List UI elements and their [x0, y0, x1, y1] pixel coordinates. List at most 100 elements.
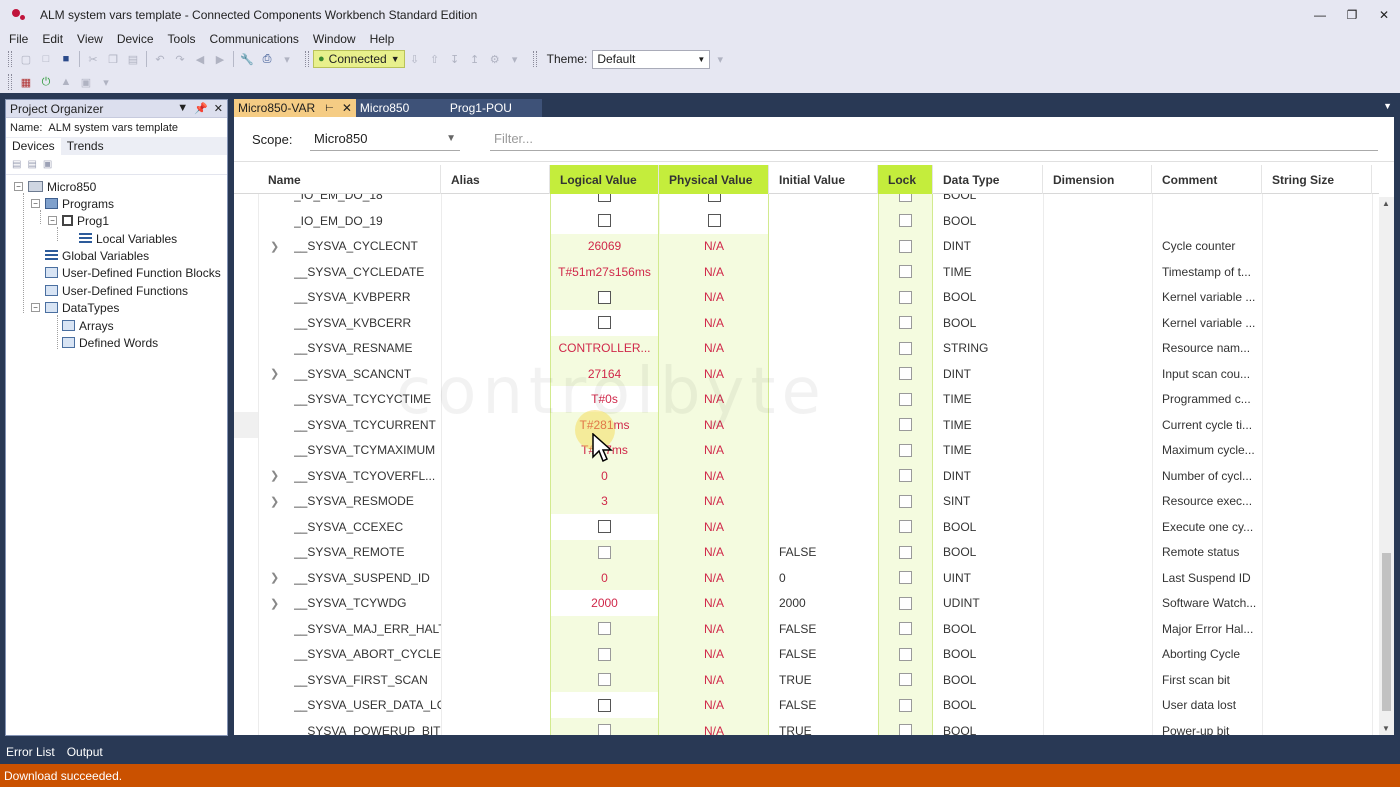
table-row[interactable]: ❯ __SYSVA_TCYOVERFL... 0 N/A DINT Number of c… [234, 463, 1379, 489]
chevron-down-icon[interactable]: ▼ [177, 102, 188, 115]
variable-name[interactable]: __SYSVA_REMOTE [294, 539, 441, 565]
data-type-cell[interactable]: BOOL [943, 514, 1043, 540]
logical-value-checkbox[interactable] [598, 724, 611, 735]
warning-icon[interactable]: ▲ [57, 73, 75, 91]
logical-value-cell[interactable]: 3 [551, 488, 658, 514]
tab-devices[interactable]: Devices [6, 138, 61, 155]
comment-cell[interactable]: User data lost [1162, 692, 1260, 718]
logical-value-cell[interactable]: T#51m27s156ms [551, 259, 658, 285]
variable-name[interactable]: __SYSVA_USER_DATA_LOST [294, 692, 441, 718]
initial-value-cell[interactable] [779, 335, 878, 361]
tab-prog1-pou[interactable]: Prog1-POU [445, 99, 542, 117]
expand-row-icon[interactable]: ❯ [270, 463, 282, 489]
lock-checkbox[interactable] [899, 418, 912, 431]
data-type-cell[interactable]: DINT [943, 463, 1043, 489]
variable-name[interactable]: __SYSVA_TCYWDG [294, 590, 441, 616]
scope-select[interactable]: Micro850 ▼ [310, 127, 460, 151]
logical-value-cell[interactable]: 26069 [551, 233, 658, 259]
debug-icon[interactable]: ⚙ [486, 50, 504, 68]
initial-value-cell[interactable] [779, 284, 878, 310]
column-name[interactable]: Name [258, 165, 441, 194]
theme-select[interactable]: Default ▼ [592, 49, 711, 69]
table-row[interactable]: ❯ __SYSVA_SCANCNT 27164 N/A DINT Input scan c… [234, 361, 1379, 387]
column-lock[interactable]: Lock [878, 165, 933, 194]
lock-checkbox[interactable] [899, 647, 912, 661]
connected-button[interactable]: ● Connected ▼ [313, 50, 405, 68]
tree-item-defined-words[interactable]: Defined Words [62, 334, 158, 351]
initial-value-cell[interactable] [779, 386, 878, 412]
menu-device[interactable]: Device [110, 32, 161, 46]
scroll-up-icon[interactable]: ▲ [1382, 199, 1390, 208]
restore-icon[interactable]: ❐ [1336, 0, 1368, 30]
tree-item-local-variables[interactable]: Local Variables [79, 230, 177, 247]
table-row[interactable]: ❯ __SYSVA_SUSPEND_ID 0 N/A 0 UINT Last Suspend… [234, 565, 1379, 591]
comment-cell[interactable]: Cycle counter [1162, 233, 1260, 259]
comment-cell[interactable]: Major Error Hal... [1162, 616, 1260, 642]
lock-checkbox[interactable] [899, 494, 912, 508]
initial-value-cell[interactable] [779, 463, 878, 489]
comment-cell[interactable]: Remote status [1162, 539, 1260, 565]
logical-value-checkbox[interactable] [598, 194, 611, 202]
comment-cell[interactable]: First scan bit [1162, 667, 1260, 693]
logical-value-cell[interactable] [551, 284, 658, 310]
comment-cell[interactable]: Input scan cou... [1162, 361, 1260, 387]
lock-cell[interactable] [879, 616, 932, 642]
expand-row-icon[interactable]: ❯ [270, 488, 282, 514]
logical-value-checkbox[interactable] [598, 214, 611, 227]
table-row[interactable]: __SYSVA_KVBPERR N/A BOOL Kernel variable ..… [234, 284, 1379, 310]
menu-file[interactable]: File [2, 32, 35, 46]
close-icon[interactable]: ✕ [342, 101, 352, 115]
tab-list-icon[interactable]: ▼ [1383, 101, 1392, 111]
data-type-cell[interactable]: STRING [943, 335, 1043, 361]
lock-cell[interactable] [879, 310, 932, 336]
undo-icon[interactable]: ↶ [151, 50, 169, 68]
table-row[interactable]: __SYSVA_REMOTE N/A FALSE BOOL Remote status [234, 539, 1379, 565]
tree-item-arrays[interactable]: Arrays [62, 317, 114, 334]
cut-icon[interactable]: ✂ [84, 50, 102, 68]
data-type-cell[interactable]: TIME [943, 437, 1043, 463]
data-type-cell[interactable]: TIME [943, 386, 1043, 412]
run-mode-icon[interactable]: ↥ [466, 50, 484, 68]
toolbar-grip[interactable] [8, 74, 12, 90]
lock-checkbox[interactable] [899, 239, 912, 253]
variable-name[interactable]: __SYSVA_FIRST_SCAN [294, 667, 441, 693]
initial-value-cell[interactable]: FALSE [779, 539, 878, 565]
comment-cell[interactable]: Resource exec... [1162, 488, 1260, 514]
physical-value-checkbox[interactable] [707, 194, 721, 202]
lock-checkbox[interactable] [899, 392, 912, 406]
initial-value-cell[interactable] [779, 514, 878, 540]
initial-value-cell[interactable] [779, 194, 878, 208]
logical-value-cell[interactable]: 0 [551, 565, 658, 591]
logical-value-checkbox[interactable] [598, 290, 611, 304]
logical-value-cell[interactable] [551, 513, 658, 540]
lock-cell[interactable] [879, 208, 932, 234]
comment-cell[interactable]: Current cycle ti... [1162, 412, 1260, 438]
logical-value-checkbox[interactable] [598, 545, 611, 559]
collapse-icon[interactable]: − [48, 216, 57, 225]
initial-value-cell[interactable] [779, 437, 878, 463]
logical-value-checkbox[interactable] [598, 673, 611, 686]
lock-cell[interactable] [879, 437, 932, 463]
lock-cell[interactable] [879, 488, 932, 514]
table-row[interactable]: __SYSVA_TCYCYCTIME T#0s N/A TIME Programmed … [234, 386, 1379, 412]
logical-value-cell[interactable]: 27164 [551, 361, 658, 387]
overflow-icon[interactable]: ▾ [278, 50, 296, 68]
lock-cell[interactable] [879, 692, 932, 718]
logical-value-cell[interactable] [551, 309, 658, 336]
lock-cell[interactable] [879, 233, 932, 259]
data-type-cell[interactable]: BOOL [943, 718, 1043, 736]
collapse-icon[interactable]: − [31, 303, 40, 312]
table-row[interactable]: __SYSVA_ABORT_CYCLE N/A FALSE BOOL Aborting … [234, 641, 1379, 667]
lock-cell[interactable] [879, 565, 932, 591]
logical-value-cell[interactable] [551, 641, 658, 667]
table-row[interactable]: __SYSVA_CCEXEC N/A BOOL Execute one cy... [234, 513, 1379, 540]
column-dimension[interactable]: Dimension [1043, 165, 1152, 194]
close-icon[interactable]: ✕ [214, 102, 223, 115]
logical-value-checkbox[interactable] [598, 520, 611, 533]
lock-checkbox[interactable] [899, 673, 912, 686]
table-row[interactable]: ❯ __SYSVA_RESMODE 3 N/A SINT Resource exec... [234, 488, 1379, 514]
data-type-cell[interactable]: TIME [943, 412, 1043, 438]
data-type-cell[interactable]: BOOL [943, 641, 1043, 667]
lock-cell[interactable] [879, 386, 932, 412]
comment-cell[interactable]: Maximum cycle... [1162, 437, 1260, 463]
